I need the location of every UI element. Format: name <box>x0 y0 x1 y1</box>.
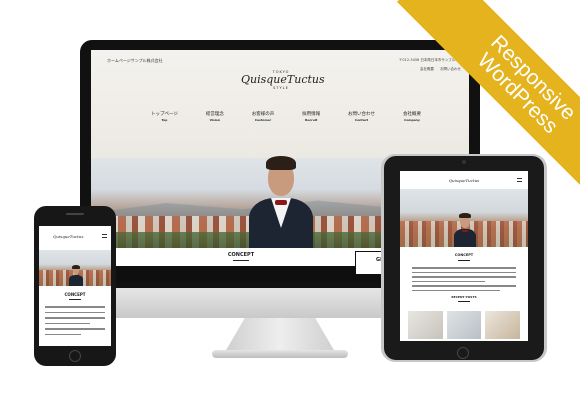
site-header: ホームページサンプル株式会社 〒012-3456 日本県日本市サンプル1-2 会… <box>91 50 469 158</box>
nav-label-en: Top <box>161 118 168 122</box>
recent-posts-thumbnails <box>408 311 521 339</box>
phone-concept-text <box>45 306 105 339</box>
tablet-concept-text <box>412 267 516 294</box>
text-line <box>45 328 105 330</box>
tablet-concept-heading: CONCEPT <box>454 253 474 257</box>
text-line <box>45 333 81 335</box>
nav-label-en: Contact <box>355 118 369 122</box>
post-thumbnail[interactable] <box>408 311 443 339</box>
nav-item-vision[interactable]: 経営理念 Vision <box>206 112 224 123</box>
text-line <box>45 311 105 313</box>
phone-hero-person <box>67 262 85 286</box>
recent-posts-underline <box>458 301 470 302</box>
logo-sub-text: STYLE <box>273 86 289 90</box>
hero-person <box>241 148 321 248</box>
phone-website-screen: QuisqueTuctus CONCEPT <box>39 226 111 346</box>
person-bow-tie <box>275 200 287 205</box>
tablet-hero-person <box>452 207 478 247</box>
ribbon-line-responsive: Responsive <box>486 30 580 125</box>
post-thumbnail[interactable] <box>485 311 521 339</box>
main-navigation: トップページ Top 経営理念 Vision お客様の声 Customer 採用情報 R… <box>151 112 421 123</box>
phone-concept-underline <box>69 299 81 300</box>
text-line <box>412 276 516 278</box>
nav-item-customer[interactable]: お客様の声 Customer <box>252 112 275 123</box>
text-line <box>412 285 516 287</box>
nav-label-en: Company <box>404 118 420 122</box>
text-line <box>412 280 485 282</box>
tablet-concept-underline <box>458 260 470 261</box>
text-line <box>45 317 105 319</box>
nav-label-en: Customer <box>254 118 272 122</box>
concept-underline <box>233 260 249 261</box>
ipad-camera <box>462 160 466 164</box>
header-link-contact[interactable]: お問い合わせ <box>440 67 461 72</box>
iphone-home-button[interactable] <box>69 350 81 362</box>
post-thumbnail[interactable] <box>446 311 482 339</box>
hamburger-menu-icon[interactable] <box>517 178 522 182</box>
nav-item-top[interactable]: トップページ Top <box>151 112 178 123</box>
nav-item-recruit[interactable]: 採用情報 Recruit <box>302 112 320 123</box>
tablet-logo[interactable]: QuisqueTuctus <box>448 178 480 183</box>
header-link-company[interactable]: 会社概要 <box>420 67 434 72</box>
person-hair <box>72 265 80 269</box>
ipad-home-button[interactable] <box>457 347 469 359</box>
recent-posts-heading: RECENT POSTS <box>451 295 477 299</box>
text-line <box>45 322 90 324</box>
concept-heading: CONCEPT <box>227 252 255 258</box>
tablet-website-screen: QuisqueTuctus CONCEPT RECENT POSTS <box>400 171 528 341</box>
person-hair <box>459 213 471 218</box>
hamburger-menu-icon[interactable] <box>102 234 107 238</box>
imac-stand <box>225 318 335 352</box>
nav-item-contact[interactable]: お問い合わせ Contact <box>348 112 375 123</box>
text-line <box>412 289 501 291</box>
logo-main-text: QuisqueTuctus <box>241 73 325 86</box>
text-line <box>412 267 516 269</box>
product-showcase: ホームページサンプル株式会社 〒012-3456 日本県日本市サンプル1-2 会… <box>0 0 580 400</box>
header-links: 会社概要 お問い合わせ <box>420 67 461 72</box>
ribbon-text: Responsive WordPress <box>471 30 580 141</box>
ribbon-line-wordpress: WordPress <box>472 48 563 139</box>
text-line <box>45 306 105 308</box>
imac-stand-base <box>212 350 348 358</box>
phone-concept-heading: CONCEPT <box>64 292 86 297</box>
nav-label-en: Vision <box>209 118 220 122</box>
person-hair <box>266 156 296 170</box>
phone-logo[interactable]: QuisqueTuctus <box>53 234 83 239</box>
nav-item-company[interactable]: 会社概要 Company <box>403 112 421 123</box>
person-jacket <box>69 275 83 286</box>
person-bow-tie <box>462 230 468 232</box>
company-name: ホームページサンプル株式会社 <box>107 58 163 63</box>
nav-label-en: Recruit <box>305 118 318 122</box>
company-address: 〒012-3456 日本県日本市サンプル1-2 <box>398 58 461 62</box>
iphone-speaker <box>66 213 84 215</box>
site-logo[interactable]: TOKYO QuisqueTuctus STYLE <box>241 70 325 90</box>
text-line <box>412 271 516 273</box>
